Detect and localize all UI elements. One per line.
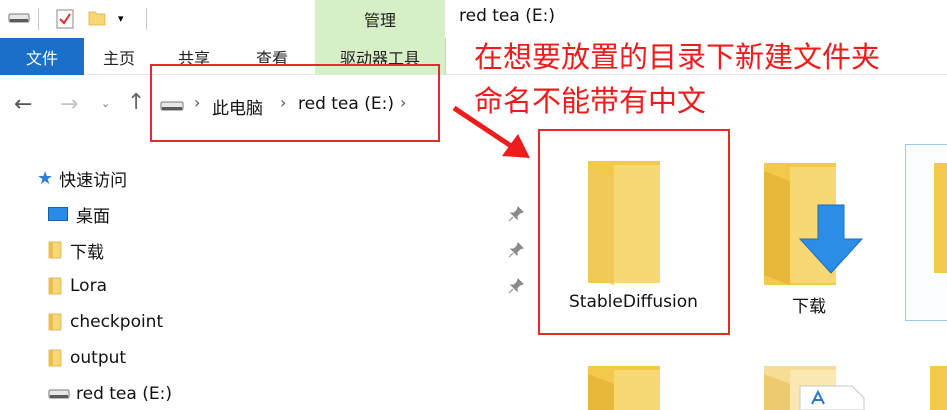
pin-icon[interactable] [508,206,524,222]
sidebar-item-label: 桌面 [76,206,110,227]
customize-toolbar-arrow-icon[interactable]: ▾ [118,12,124,25]
back-arrow-icon[interactable]: ← [14,92,32,117]
toolbar-separator [38,8,39,30]
sidebar-quick-access[interactable]: ★ 快速访问 [37,163,127,193]
forward-arrow-icon[interactable]: → [60,92,78,117]
toolbar-separator [146,8,147,30]
new-folder-icon[interactable] [88,9,106,27]
sidebar-item-desktop[interactable]: 桌面 [48,199,110,229]
chevron-right-icon[interactable]: › [400,93,406,112]
folder-item-label: StableDiffusion [569,292,698,312]
breadcrumb-drive[interactable]: red tea (E:) [298,94,394,114]
folder-icon [48,277,62,295]
tab-manage[interactable]: 管理 [315,0,445,38]
folder-icon [934,163,947,273]
sidebar-item-lora[interactable]: Lora [48,271,107,301]
window-title: red tea (E:) [459,6,555,26]
sidebar-item-checkpoint[interactable]: checkpoint [48,307,163,337]
annotation-arrow [452,105,530,158]
pin-icon[interactable] [508,278,524,294]
sidebar-item-label: output [70,348,127,368]
sidebar-item-red-tea-drive[interactable]: red tea (E:) [48,379,172,409]
properties-checkmark-icon[interactable] [56,9,74,29]
star-icon: ★ [37,167,54,189]
sidebar-item-label: checkpoint [70,312,164,332]
folder-item-label: 下载 [792,297,826,317]
breadcrumb-this-pc[interactable]: 此电脑 [212,94,263,119]
up-arrow-icon[interactable]: ↑ [127,90,145,115]
partial-item-selection[interactable] [905,144,947,321]
folder-icon [48,349,62,367]
pin-icon[interactable] [508,242,524,258]
folder-item-downloads[interactable]: 下载 [742,131,882,333]
document-folder-icon[interactable] [760,364,870,410]
sidebar-item-output[interactable]: output [48,343,126,373]
drive-icon[interactable] [8,12,30,24]
downloads-folder-icon [764,163,864,285]
folder-icon[interactable] [930,364,947,410]
sidebar-item-label: red tea (E:) [76,384,172,404]
tab-file[interactable]: 文件 [0,38,84,75]
sidebar-item-label: Lora [70,276,107,296]
drive-icon [48,389,70,399]
folder-icon [48,313,62,331]
sidebar-item-downloads[interactable]: 下载 [48,235,104,265]
folder-item-stablediffusion[interactable]: StableDiffusion [540,131,728,333]
sidebar-item-label: 快速访问 [59,170,128,191]
tab-home[interactable]: 主页 [103,38,135,75]
recent-locations-chevron-icon[interactable]: ⌄ [101,97,110,110]
chevron-right-icon[interactable]: › [280,93,286,112]
folder-icon[interactable] [584,364,664,410]
sidebar-item-label: 下载 [70,242,104,263]
folder-icon [588,161,660,285]
folder-icon [48,241,62,259]
annotation-text-line1: 在想要放置的目录下新建文件夹 [474,40,881,74]
desktop-icon [48,207,68,221]
drive-icon [160,101,184,111]
chevron-right-icon[interactable]: › [194,93,200,112]
